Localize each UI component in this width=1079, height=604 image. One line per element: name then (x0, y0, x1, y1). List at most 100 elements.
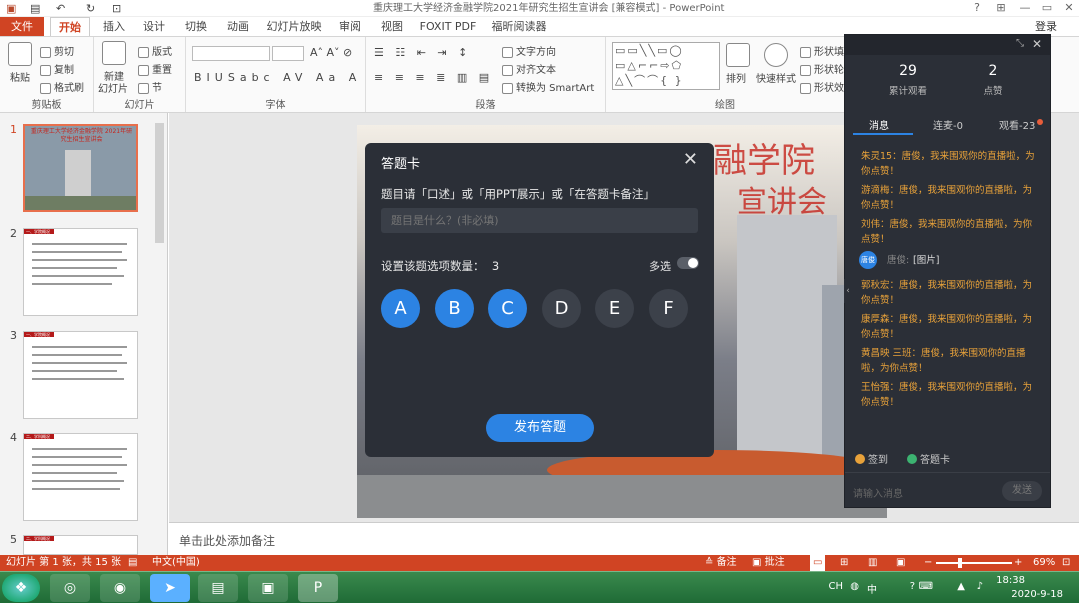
tab-animations[interactable]: 动画 (222, 17, 254, 36)
minimize-button[interactable]: — (1014, 0, 1036, 16)
notes-pane[interactable]: 单击此处添加备注 (169, 522, 1079, 555)
spellcheck-icon[interactable]: ▤ (128, 555, 137, 571)
multi-select-toggle[interactable] (677, 257, 699, 269)
slideshow-view-icon[interactable]: ▣ (896, 555, 905, 571)
tab-foxit-reader[interactable]: 福昕阅读器 (488, 17, 550, 36)
panel-toggle-handle[interactable]: ‹ (844, 279, 852, 303)
paste-icon[interactable] (8, 42, 32, 66)
collapse-icon[interactable]: ⤡ (1016, 38, 1024, 49)
shape-effects-button[interactable]: 形状效 (800, 79, 844, 94)
clock-time[interactable]: 18:38 (996, 575, 1025, 586)
tab-review[interactable]: 审阅 (334, 17, 366, 36)
language-indicator[interactable]: 中文(中国) (152, 555, 200, 571)
redo-icon[interactable]: ↻ (86, 0, 95, 17)
align-buttons[interactable]: ≡ ≡ ≡ ≣ ▥ ▤ (374, 71, 493, 84)
new-slide-icon[interactable] (102, 41, 126, 65)
chrome-icon[interactable]: ◉ (100, 574, 140, 602)
tab-design[interactable]: 设计 (138, 17, 170, 36)
thumbnail-slide-1[interactable]: 重庆理工大学经济金融学院 2021年研究生招生宣讲会 (23, 124, 138, 212)
ribbon-display-icon[interactable]: ⊞ (990, 0, 1012, 16)
zoom-slider-thumb[interactable] (958, 558, 962, 568)
font-format-buttons[interactable]: BIUSabc AV Aa A (194, 71, 361, 84)
keyboard-icon[interactable]: ⌨ (919, 581, 933, 592)
font-size-combo[interactable] (272, 46, 304, 61)
app-icon[interactable]: ➤ (150, 574, 190, 602)
close-button[interactable]: ✕ (1058, 0, 1079, 16)
option-d-button[interactable]: D (542, 289, 581, 328)
list-buttons[interactable]: ☰ ☷ ⇤ ⇥ ↕ (374, 46, 471, 59)
app-360-icon[interactable]: ◎ (50, 574, 90, 602)
zoom-out-icon[interactable]: − (924, 555, 932, 571)
restore-button[interactable]: ▭ (1036, 0, 1058, 16)
cut-button[interactable]: 剪切 (40, 43, 74, 58)
question-input[interactable] (381, 208, 698, 233)
answer-card-button[interactable]: 答题卡 (907, 451, 950, 466)
tab-foxit-pdf[interactable]: FOXIT PDF (418, 17, 478, 36)
reset-button[interactable]: 重置 (138, 61, 172, 76)
tab-home[interactable]: 开始 (50, 17, 90, 36)
arrange-button[interactable]: 排列 (726, 70, 746, 85)
smartart-button[interactable]: 转换为 SmartArt (502, 79, 594, 94)
quick-styles-icon[interactable] (764, 43, 788, 67)
tab-slideshow[interactable]: 幻灯片放映 (264, 17, 324, 36)
start-button[interactable]: ❖ (2, 574, 40, 602)
tab-viewers[interactable]: 观看-23 (999, 117, 1035, 132)
new-slide-dropdown[interactable]: 幻灯片 (98, 80, 128, 95)
zoom-in-icon[interactable]: + (1014, 555, 1022, 571)
powerpoint-taskbar-icon[interactable]: P (298, 574, 338, 602)
paste-button[interactable]: 粘贴 (10, 69, 30, 84)
copy-button[interactable]: 复制 (40, 61, 74, 76)
shape-outline-button[interactable]: 形状轮 (800, 61, 844, 76)
text-direction-button[interactable]: 文字方向 (502, 43, 556, 58)
quick-styles-button[interactable]: 快速样式 (756, 70, 796, 85)
comments-button[interactable]: ▣ 批注 (752, 555, 785, 571)
live-app-icon[interactable]: ▣ (248, 574, 288, 602)
image-message[interactable]: [图片] (913, 253, 973, 268)
signin-button[interactable]: 签到 (855, 451, 888, 466)
ime-indicator[interactable]: CH (828, 581, 843, 592)
ime-chinese-indicator[interactable]: 中 (867, 581, 877, 596)
clock-date[interactable]: 2020-9-18 (1011, 589, 1063, 600)
layout-button[interactable]: 版式 (138, 43, 172, 58)
slide-sorter-icon[interactable]: ⊞ (840, 555, 848, 571)
tab-connect[interactable]: 连麦-0 (933, 117, 963, 132)
font-name-combo[interactable] (192, 46, 270, 61)
tab-transitions[interactable]: 切换 (180, 17, 212, 36)
option-count-value[interactable]: 3 (492, 259, 499, 273)
help-icon[interactable]: ? (910, 581, 915, 592)
option-b-button[interactable]: B (435, 289, 474, 328)
shapes-gallery[interactable]: ▭▭╲╲▭◯ ▭△⌐⌐⇨⬠ △╲⌒⌒{ } (612, 42, 720, 90)
normal-view-icon[interactable]: ▭ (810, 555, 826, 571)
publish-question-button[interactable]: 发布答题 (486, 414, 594, 442)
zoom-level[interactable]: 69% (1033, 555, 1055, 571)
message-input-placeholder[interactable]: 请输入消息 (853, 485, 903, 500)
save-icon[interactable]: ▤ (30, 0, 40, 17)
reading-view-icon[interactable]: ▥ (868, 555, 877, 571)
network-icon[interactable]: ▲ (957, 581, 965, 592)
thumbnail-slide-3[interactable]: 一、学院概况 (23, 331, 138, 419)
send-button[interactable]: 发送 (1002, 481, 1042, 501)
close-icon[interactable]: ✕ (683, 149, 698, 170)
thumbnail-scrollbar[interactable] (155, 123, 164, 243)
message-input-bar[interactable]: 请输入消息 发送 (845, 472, 1050, 508)
section-button[interactable]: 节 (138, 79, 162, 94)
thumbnail-slide-4[interactable]: 二、学科概况 (23, 433, 138, 521)
ime-status-icon[interactable]: ◍ (850, 581, 859, 592)
tab-file[interactable]: 文件 (0, 17, 44, 36)
help-button[interactable]: ? (966, 0, 988, 16)
tab-view[interactable]: 视图 (376, 17, 408, 36)
thumbnail-slide-2[interactable]: 一、学院概况 (23, 228, 138, 316)
tab-messages[interactable]: 消息 (869, 117, 889, 132)
option-e-button[interactable]: E (595, 289, 634, 328)
font-size-controls[interactable]: A˄ A˅ ⊘ (310, 46, 352, 59)
thumbnail-slide-5[interactable]: 二、学科概况 (23, 535, 138, 555)
shape-fill-button[interactable]: 形状填 (800, 43, 844, 58)
align-text-button[interactable]: 对齐文本 (502, 61, 556, 76)
close-icon[interactable]: ✕ (1032, 37, 1042, 51)
fit-slide-icon[interactable]: ⊡ (1062, 555, 1070, 571)
volume-icon[interactable]: ♪ (977, 581, 983, 592)
start-slideshow-icon[interactable]: ⊡ (112, 0, 121, 17)
arrange-icon[interactable] (726, 43, 750, 67)
undo-icon[interactable]: ↶ (56, 0, 65, 17)
tab-insert[interactable]: 插入 (98, 17, 130, 36)
